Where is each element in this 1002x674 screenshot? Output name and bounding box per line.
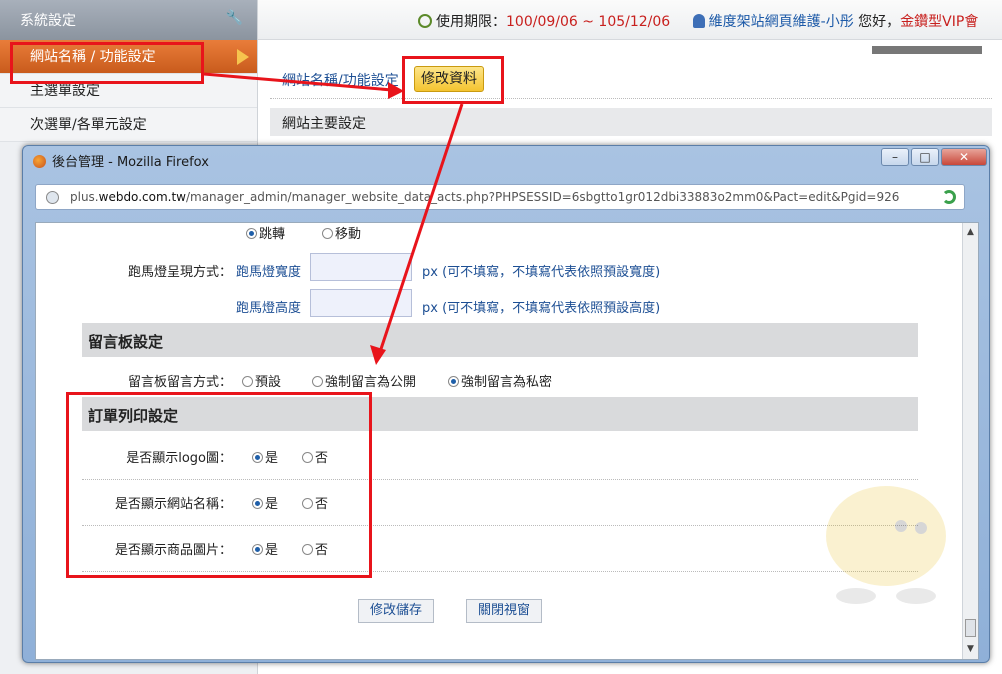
globe-icon: [46, 191, 59, 204]
sidebar-header: 系統設定 🔧: [0, 0, 257, 40]
marquee-height-row: 跑馬燈高度 px (可不填寫，不填寫代表依照預設高度): [82, 289, 918, 323]
divider: [270, 98, 992, 99]
play-arrow-icon: [237, 49, 249, 65]
period-label: 使用期限：: [436, 14, 506, 30]
maximize-button[interactable]: □: [911, 148, 939, 166]
top-gray-bar: [872, 46, 982, 54]
plan-label: 金鑽型VIP會: [900, 14, 979, 30]
top-status-bar: 使用期限：100/09/06 ~ 105/12/06 維度架站網頁維護-小彤 您…: [258, 0, 1002, 40]
radio-icon[interactable]: [448, 376, 459, 387]
marquee-label: 跑馬燈呈現方式：: [127, 265, 232, 280]
window-title: 後台管理 - Mozilla Firefox: [33, 151, 209, 170]
wrench-icon[interactable]: 🔧: [226, 10, 243, 26]
width-hint: px (可不填寫，不填寫代表依照預設寬度): [422, 265, 661, 280]
maintainer-link[interactable]: 維度架站網頁維護-小彤: [709, 14, 854, 30]
marquee-width-row: 跑馬燈呈現方式： 跑馬燈寬度 px (可不填寫，不填寫代表依照預設寬度): [82, 253, 918, 287]
scroll-thumb[interactable]: [965, 619, 976, 637]
marquee-height-input[interactable]: [310, 289, 412, 317]
period-value: 100/09/06 ~ 105/12/06: [506, 14, 671, 30]
radio-icon[interactable]: [246, 228, 257, 239]
annotation-box-order-print: [66, 392, 372, 578]
screenshot: 系統設定 🔧 網站名稱 / 功能設定 主選單設定 次選單/各單元設定 使用期限：…: [0, 0, 1002, 674]
scroll-up-icon[interactable]: ▲: [965, 227, 976, 238]
breadcrumb: 網站名稱/功能設定: [282, 73, 399, 89]
close-button[interactable]: 關閉視窗: [466, 599, 542, 623]
radio-icon[interactable]: [322, 228, 333, 239]
user-icon: [692, 14, 705, 28]
radio-icon[interactable]: [312, 376, 323, 387]
vertical-scrollbar[interactable]: ▲ ▼: [962, 223, 978, 659]
minimize-button[interactable]: –: [881, 148, 909, 166]
sidebar-item-label: 主選單設定: [30, 83, 100, 99]
annotation-box-sidebar: [10, 42, 204, 84]
option-move[interactable]: 移動: [322, 223, 361, 242]
guestbook-option-default[interactable]: 預設: [242, 371, 281, 390]
firefox-logo-icon: [33, 155, 46, 168]
height-hint: px (可不填寫，不填寫代表依照預設高度): [422, 301, 661, 316]
greeting-text: 您好，: [858, 14, 901, 30]
scroll-down-icon[interactable]: ▼: [965, 644, 976, 655]
close-window-button[interactable]: ✕: [941, 148, 987, 166]
guestbook-option-public[interactable]: 強制留言為公開: [312, 371, 416, 390]
sidebar-title: 系統設定: [20, 13, 76, 29]
mascot-image: [826, 486, 946, 604]
section-title: 網站主要設定: [270, 108, 992, 136]
marquee-width-label: 跑馬燈寬度: [236, 265, 302, 280]
guestbook-label: 留言板留言方式：: [127, 375, 232, 390]
radio-icon[interactable]: [242, 376, 253, 387]
marquee-width-input[interactable]: [310, 253, 412, 281]
option-jump[interactable]: 跳轉: [246, 223, 285, 242]
reload-icon[interactable]: [942, 190, 956, 204]
clock-icon: [418, 14, 432, 28]
address-bar[interactable]: plus.webdo.com.tw/manager_admin/manager_…: [35, 184, 965, 210]
guestbook-section-header: 留言板設定: [82, 323, 918, 357]
marquee-height-label: 跑馬燈高度: [236, 301, 302, 316]
guestbook-option-private[interactable]: 強制留言為私密: [448, 371, 552, 390]
sidebar-item-label: 次選單/各單元設定: [30, 117, 147, 133]
annotation-box-edit: [402, 56, 504, 104]
save-button[interactable]: 修改儲存: [358, 599, 434, 623]
sidebar-item-submenu[interactable]: 次選單/各單元設定: [0, 108, 257, 142]
